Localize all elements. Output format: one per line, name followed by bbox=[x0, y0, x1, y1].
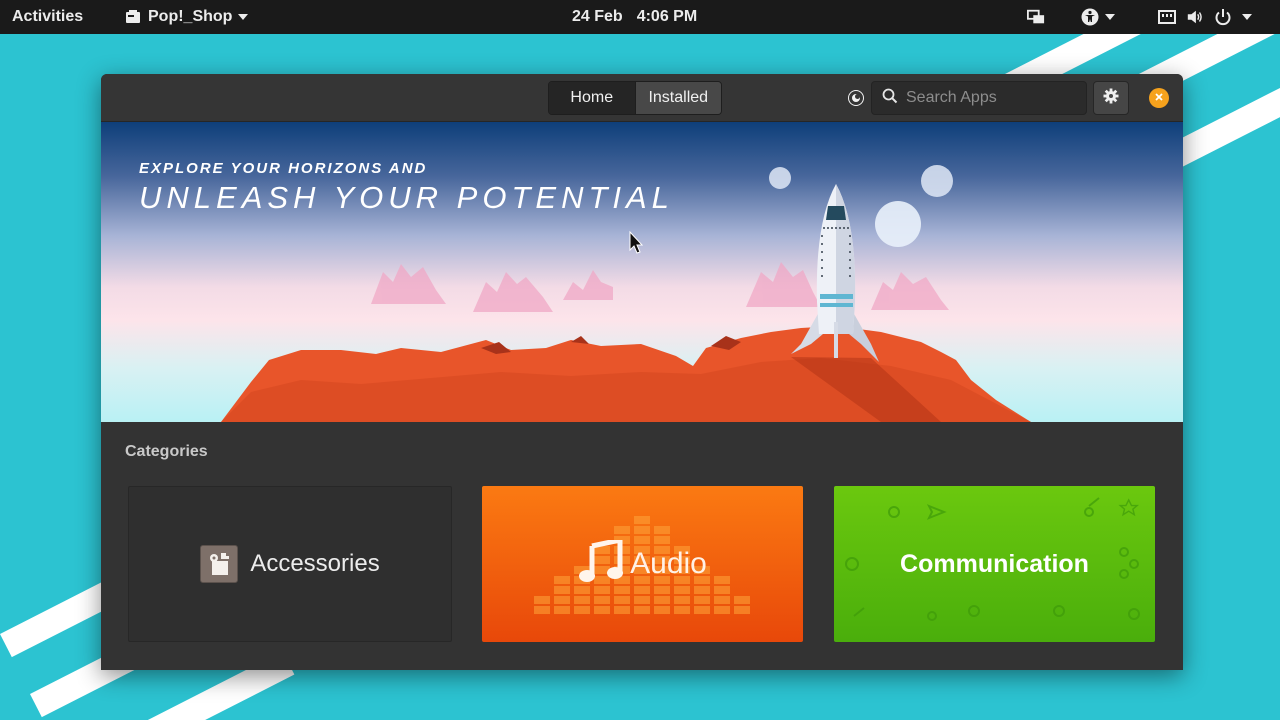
clock-time: 4:06 PM bbox=[636, 8, 698, 25]
network-wired-icon bbox=[1158, 8, 1176, 26]
category-communication[interactable]: Communication bbox=[834, 486, 1155, 642]
status-indicator-icon bbox=[849, 91, 863, 105]
header-bar: Home Installed bbox=[101, 74, 1183, 122]
tab-installed[interactable]: Installed bbox=[634, 82, 721, 114]
clock[interactable]: 24 Feb 4:06 PM bbox=[572, 0, 697, 34]
gear-icon bbox=[1103, 88, 1119, 109]
banner-kicker: EXPLORE YOUR HORIZONS AND bbox=[139, 160, 428, 177]
categories-heading: Categories bbox=[125, 443, 208, 460]
search-icon bbox=[882, 88, 898, 109]
featured-banner[interactable]: EXPLORE YOUR HORIZONS AND UNLEASH YOUR P… bbox=[101, 122, 1183, 422]
tab-home-label: Home bbox=[570, 89, 614, 106]
search-input[interactable] bbox=[906, 89, 1076, 107]
banner-title: UNLEASH YOUR POTENTIAL bbox=[139, 180, 674, 215]
app-menu-label: Pop!_Shop bbox=[148, 8, 233, 25]
search-field[interactable] bbox=[871, 81, 1087, 115]
system-menu[interactable] bbox=[1158, 0, 1252, 34]
shop-icon bbox=[124, 8, 142, 26]
category-audio-label: Audio bbox=[630, 547, 707, 580]
settings-button[interactable] bbox=[1093, 81, 1129, 115]
activities-button[interactable]: Activities bbox=[12, 0, 83, 34]
workspaces-indicator[interactable] bbox=[1027, 0, 1045, 34]
category-accessories-label: Accessories bbox=[250, 550, 380, 577]
accessibility-menu[interactable] bbox=[1081, 0, 1115, 34]
clock-date: 24 Feb bbox=[572, 8, 623, 25]
music-note-icon bbox=[578, 536, 624, 589]
chevron-down-icon bbox=[238, 14, 249, 20]
category-communication-label: Communication bbox=[900, 549, 1089, 578]
app-menu[interactable]: Pop!_Shop bbox=[124, 0, 249, 34]
workspaces-icon bbox=[1027, 8, 1045, 26]
pop-shop-window: Home Installed Search Apps EXPLORE YOUR … bbox=[101, 74, 1183, 670]
chevron-down-icon bbox=[1105, 14, 1115, 20]
category-accessories[interactable]: Accessories bbox=[128, 486, 452, 642]
category-audio[interactable]: Audio bbox=[482, 486, 803, 642]
top-panel: Activities Pop!_Shop 24 Feb 4:06 PM bbox=[0, 0, 1280, 34]
chevron-down-icon bbox=[1242, 14, 1252, 20]
close-button[interactable] bbox=[1149, 88, 1169, 108]
activities-label: Activities bbox=[12, 8, 84, 25]
tab-installed-label: Installed bbox=[648, 89, 709, 106]
power-icon bbox=[1214, 8, 1232, 26]
tab-home[interactable]: Home bbox=[549, 82, 635, 114]
category-audio-content: Audio bbox=[578, 536, 707, 589]
accessibility-icon bbox=[1081, 8, 1099, 26]
accessories-icon bbox=[200, 545, 239, 583]
close-icon bbox=[1154, 89, 1164, 107]
volume-icon bbox=[1186, 8, 1204, 26]
view-switcher: Home Installed bbox=[548, 81, 722, 115]
